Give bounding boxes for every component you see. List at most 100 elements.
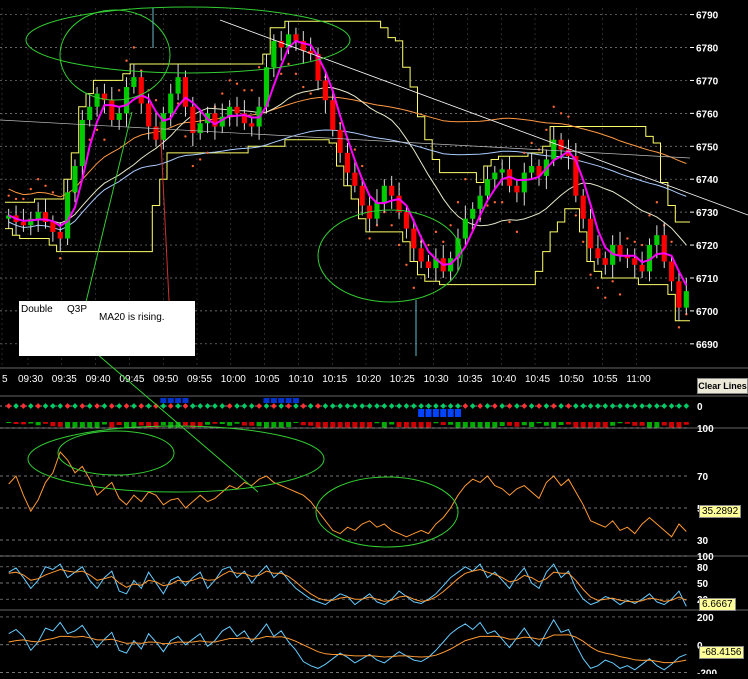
- psar-dot: [486, 204, 489, 207]
- signal-bar: [263, 398, 270, 403]
- note-q3p-text: Q3P: [67, 304, 88, 315]
- histogram-bar: [293, 422, 299, 423]
- histogram-bar: [418, 422, 424, 428]
- signal-bar: [182, 398, 189, 403]
- psar-dot: [611, 280, 614, 283]
- candle-body: [337, 129, 343, 153]
- candle-body: [632, 258, 638, 265]
- price-tick-label: 6690: [696, 340, 719, 351]
- psar-dot: [412, 286, 415, 290]
- histogram-bar: [57, 422, 63, 427]
- cci-tick-label: 200: [697, 613, 714, 624]
- histogram-bar: [20, 422, 26, 425]
- psar-dot: [581, 240, 585, 243]
- candle-body: [190, 106, 196, 134]
- time-tick-label: 09:55: [187, 374, 212, 385]
- histogram-bar: [79, 422, 85, 428]
- rsi-tick-label: 30: [697, 536, 709, 547]
- psar-dot: [648, 214, 651, 217]
- candle-body: [359, 185, 365, 206]
- signal-bar: [167, 398, 174, 403]
- signal-bar: [270, 398, 277, 403]
- histogram-bar: [116, 422, 122, 425]
- psar-dot: [228, 79, 231, 82]
- histogram-bar: [610, 422, 616, 426]
- candle-body: [499, 169, 505, 173]
- price-tick-label: 6710: [696, 274, 719, 285]
- candle-body: [182, 77, 189, 107]
- price-tick-label: 6760: [696, 109, 719, 120]
- time-tick-label: 10:00: [221, 374, 246, 385]
- histogram-bar: [256, 422, 262, 427]
- histogram-bar: [565, 422, 571, 425]
- candle-body: [602, 258, 608, 265]
- histogram-bar: [396, 422, 402, 427]
- candle-body: [470, 208, 476, 219]
- psar-dot: [390, 224, 393, 227]
- histogram-bar: [484, 422, 490, 428]
- histogram-bar: [337, 422, 343, 428]
- histogram-bar: [683, 422, 689, 425]
- annotation-note-box[interactable]: Double Q3P MA20 is rising.: [19, 301, 195, 356]
- psar-dot: [184, 135, 187, 138]
- psar-dot: [397, 243, 401, 247]
- histogram-bar: [499, 422, 505, 426]
- time-tick-label: 09:40: [86, 374, 111, 385]
- histogram-bar: [646, 422, 652, 428]
- psar-dot: [604, 296, 607, 299]
- candle-body: [514, 185, 520, 193]
- candle-body: [168, 93, 174, 114]
- psar-dot: [14, 197, 18, 201]
- candle-body: [138, 77, 144, 104]
- signal-bar: [292, 398, 299, 403]
- candle-body: [661, 235, 667, 262]
- histogram-bar: [403, 422, 409, 428]
- price-tick-label: 6730: [696, 208, 719, 219]
- histogram-bar: [50, 422, 56, 427]
- time-tick-label: 10:45: [525, 374, 550, 385]
- rsi-tick-label: 100: [697, 424, 714, 435]
- histogram-bar: [389, 422, 395, 425]
- psar-dot: [257, 66, 261, 69]
- time-tick-label: 09:50: [153, 374, 178, 385]
- histogram-bar: [227, 422, 233, 426]
- candle-body: [492, 172, 498, 180]
- histogram-bar: [352, 422, 358, 428]
- psar-dot: [44, 184, 47, 187]
- candle-body: [131, 77, 137, 88]
- candle-body: [381, 185, 387, 203]
- histogram-bar: [411, 422, 417, 428]
- stochastic-value-readout: 6.6667: [699, 598, 736, 611]
- psar-dot: [574, 214, 578, 217]
- histogram-bar: [507, 422, 513, 426]
- psar-dot: [655, 201, 659, 204]
- psar-dot: [198, 158, 202, 161]
- psar-dot: [523, 151, 526, 155]
- histogram-bar: [138, 422, 144, 426]
- note-double-text: Double: [21, 304, 53, 315]
- psar-dot: [191, 164, 195, 168]
- rsi-value-readout: 35.2892: [699, 505, 742, 518]
- histogram-bar: [35, 422, 41, 426]
- time-tick-label: 10:15: [322, 374, 347, 385]
- candle-body: [65, 192, 71, 239]
- psar-dot: [221, 92, 224, 95]
- psar-dot: [250, 89, 253, 92]
- clear-lines-button[interactable]: Clear Lines: [697, 378, 748, 394]
- histogram-bar: [558, 422, 564, 425]
- psar-dot: [633, 240, 636, 243]
- stochastic-tick-label: 80: [697, 563, 709, 574]
- histogram-bar: [153, 422, 159, 428]
- psar-dot: [51, 191, 55, 194]
- histogram-bar: [381, 422, 387, 428]
- histogram-bar: [617, 422, 623, 424]
- price-tick-label: 6740: [696, 175, 719, 186]
- candle-body: [587, 218, 594, 249]
- histogram-bar: [13, 422, 19, 424]
- histogram-bar: [514, 422, 520, 427]
- dots-zero-label: 0: [697, 402, 703, 413]
- signal-bar: [160, 398, 167, 403]
- cci-value-readout: -68.4156: [699, 646, 745, 659]
- time-tick-label: 10:35: [457, 374, 482, 385]
- psar-dot: [132, 46, 136, 49]
